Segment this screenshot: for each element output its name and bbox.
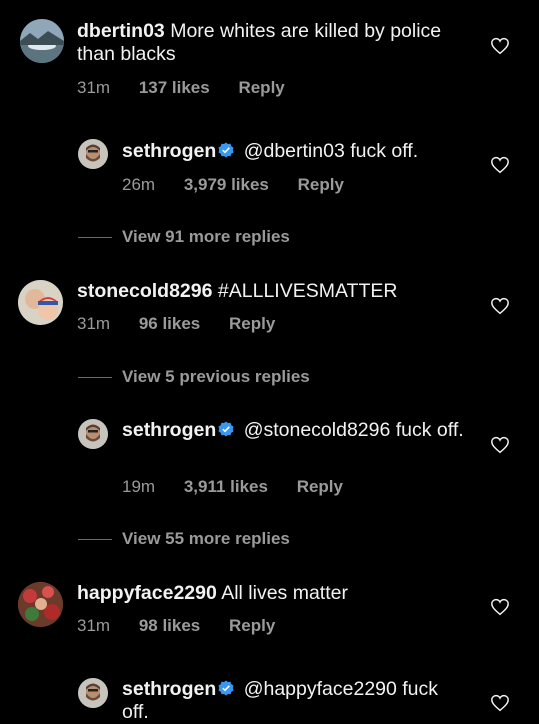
avatar[interactable] [20,19,64,63]
verified-badge-icon [218,680,234,696]
avatar-image [20,19,64,63]
username[interactable]: sethrogen [122,678,216,700]
verified-badge-icon [218,142,234,158]
avatar[interactable] [18,582,63,627]
view-more-replies-label: View 55 more replies [122,529,290,548]
reply-button[interactable]: Reply [238,78,284,97]
username[interactable]: sethrogen [122,419,216,441]
timestamp: 19m [122,477,156,496]
avatar-image [78,678,108,708]
avatar[interactable] [18,280,63,325]
heart-icon[interactable] [490,694,510,712]
timestamp: 31m [77,616,111,635]
view-previous-replies-label: View 5 previous replies [122,367,310,386]
timestamp: 26m [122,175,156,194]
comment-body: dbertin03 More whites are killed by poli… [77,20,477,66]
view-more-replies-button[interactable]: View 55 more replies [78,529,290,549]
divider-line [78,376,112,378]
comment-text: #ALLLIVESMATTER [217,280,398,302]
heart-icon[interactable] [490,598,510,616]
comment-meta: 31m 96 likes Reply [77,314,299,334]
avatar-image [78,419,108,449]
avatar[interactable] [78,419,108,449]
timestamp: 31m [77,314,111,333]
comment-body: stonecold8296 #ALLLIVESMATTER [77,280,497,303]
likes-count[interactable]: 3,911 likes [184,477,268,496]
reply-button[interactable]: Reply [297,477,343,496]
likes-count[interactable]: 96 likes [139,314,200,333]
divider-line [78,236,112,238]
heart-icon[interactable] [490,156,510,174]
avatar[interactable] [78,678,108,708]
timestamp: 31m [77,78,111,97]
avatar-image [18,280,63,325]
comment-text: All lives matter [221,582,348,604]
comment-body: sethrogen @stonecold8296 fuck off. [122,419,467,442]
likes-count[interactable]: 137 likes [139,78,210,97]
username[interactable]: stonecold8296 [77,280,212,302]
reply-button[interactable]: Reply [229,314,275,333]
avatar-image [78,139,108,169]
comment-body: sethrogen @happyface2290 fuck off. [122,678,467,724]
view-more-replies-button[interactable]: View 91 more replies [78,227,290,247]
username[interactable]: happyface2290 [77,582,217,604]
reply-button[interactable]: Reply [229,616,275,635]
reply-button[interactable]: Reply [298,175,344,194]
view-previous-replies-button[interactable]: View 5 previous replies [78,367,310,387]
heart-icon[interactable] [490,436,510,454]
comment-meta: 26m 3,979 likes Reply [122,175,368,195]
comment-meta: 31m 98 likes Reply [77,616,299,636]
heart-icon[interactable] [490,297,510,315]
avatar-image [18,582,63,627]
heart-icon[interactable] [490,37,510,55]
likes-count[interactable]: 3,979 likes [184,175,269,194]
divider-line [78,538,112,540]
view-more-replies-label: View 91 more replies [122,227,290,246]
comment-meta: 31m 137 likes Reply [77,78,309,98]
comment-body: sethrogen @dbertin03 fuck off. [122,140,482,163]
username[interactable]: sethrogen [122,140,216,162]
comment-text: @dbertin03 fuck off. [243,140,419,162]
username[interactable]: dbertin03 [77,20,165,42]
verified-badge-icon [218,421,234,437]
likes-count[interactable]: 98 likes [139,616,200,635]
avatar[interactable] [78,139,108,169]
comment-meta: 19m 3,911 likes Reply [122,477,367,497]
comment-text: @stonecold8296 fuck off. [243,419,464,441]
comment-body: happyface2290 All lives matter [77,582,497,605]
